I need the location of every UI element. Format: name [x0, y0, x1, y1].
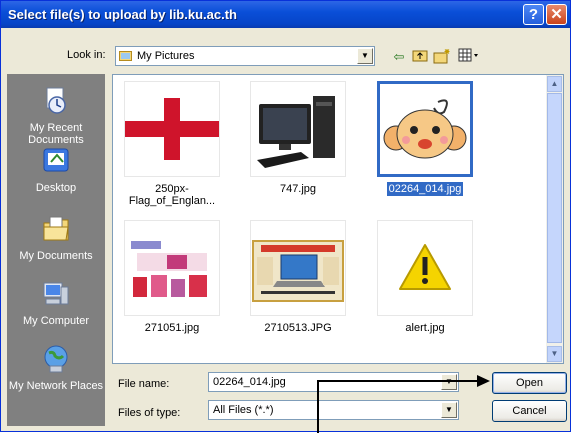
up-folder-icon[interactable] — [411, 48, 429, 66]
my-computer-icon — [43, 282, 69, 305]
file-name: alert.jpg — [405, 322, 445, 334]
file-name: 747.jpg — [279, 183, 317, 195]
file-thumbnail — [250, 220, 346, 316]
place-label: My Documents — [19, 250, 93, 262]
look-in-dropdown-arrow[interactable]: ▼ — [357, 48, 373, 64]
place-my-network-places[interactable]: My Network Places — [7, 344, 105, 392]
place-label: My Computer — [22, 315, 90, 327]
look-in-dropdown[interactable]: My Pictures ▼ — [115, 46, 375, 66]
alert-warning-icon — [399, 244, 451, 290]
file-thumbnail — [377, 220, 473, 316]
view-menu-icon[interactable] — [457, 48, 481, 66]
open-button[interactable]: Open — [492, 372, 567, 394]
place-my-recent-documents[interactable]: My Recent Documents — [7, 86, 105, 146]
monkey-cartoon-thumbnail — [383, 99, 467, 159]
file-upload-dialog: Select file(s) to upload by lib.ku.ac.th… — [0, 0, 571, 433]
laptop-loan-poster-thumbnail — [252, 240, 344, 302]
place-label: My Network Places — [8, 380, 104, 392]
files-of-type-label: Files of type: — [118, 407, 181, 419]
scroll-up-arrow[interactable]: ▲ — [547, 76, 562, 92]
place-my-computer[interactable]: My Computer — [7, 279, 105, 327]
look-in-label: Look in: — [67, 49, 106, 61]
annotation-arrow-line — [317, 381, 319, 433]
annotation-arrow-line — [317, 380, 479, 382]
look-in-value: My Pictures — [137, 50, 195, 62]
cancel-button[interactable]: Cancel — [492, 400, 567, 422]
file-name: 250px-Flag_of_Englan... — [128, 183, 216, 207]
file-name: 02264_014.jpg — [386, 182, 464, 196]
window-title: Select file(s) to upload by lib.ku.ac.th — [8, 7, 237, 22]
files-of-type-dropdown[interactable]: All Files (*.*) ▼ — [208, 400, 459, 420]
file-thumbnail — [124, 81, 220, 177]
file-name-label: File name: — [118, 378, 170, 390]
new-folder-icon[interactable] — [433, 48, 451, 66]
file-item[interactable]: alert.jpg — [371, 220, 479, 335]
file-thumbnail — [124, 220, 220, 316]
title-bar[interactable]: Select file(s) to upload by lib.ku.ac.th… — [1, 1, 570, 28]
file-name-field[interactable]: 02264_014.jpg ▼ — [208, 372, 459, 392]
place-label: My Recent Documents — [28, 122, 84, 146]
file-item[interactable]: 747.jpg — [244, 81, 352, 196]
network-places-icon — [44, 345, 68, 373]
place-desktop[interactable]: Desktop — [7, 146, 105, 194]
recent-documents-icon — [46, 87, 66, 114]
file-name-dropdown-arrow[interactable]: ▼ — [441, 374, 457, 390]
file-name-value: 02264_014.jpg — [213, 376, 286, 388]
place-my-documents[interactable]: My Documents — [7, 214, 105, 262]
collage-image-thumbnail — [131, 241, 207, 297]
file-item[interactable]: 250px-Flag_of_Englan... — [118, 81, 226, 208]
file-thumbnail — [250, 81, 346, 177]
my-documents-icon — [43, 216, 69, 241]
file-item-selected[interactable]: 02264_014.jpg — [371, 81, 479, 196]
desktop-icon — [43, 148, 69, 172]
pictures-folder-icon — [119, 51, 132, 61]
back-icon[interactable]: ⇦ — [390, 48, 408, 66]
flag-of-england-thumbnail — [125, 98, 219, 160]
files-of-type-dropdown-arrow[interactable]: ▼ — [441, 402, 457, 418]
file-name: 271051.jpg — [144, 322, 200, 334]
file-item[interactable]: 271051.jpg — [118, 220, 226, 335]
help-button[interactable]: ? — [523, 4, 544, 25]
file-list-scrollbar[interactable]: ▲ ▼ — [546, 75, 563, 363]
scrollbar-thumb[interactable] — [547, 93, 562, 343]
close-button[interactable]: ✕ — [546, 4, 567, 25]
places-bar: My Recent Documents Desktop My Documents — [7, 74, 105, 426]
look-in-label-text: Look in: — [67, 49, 106, 61]
file-list-view[interactable]: 250px-Flag_of_Englan... 747.jpg 02264_01… — [112, 74, 564, 364]
files-of-type-value: All Files (*.*) — [213, 404, 274, 416]
annotation-arrow-head — [477, 375, 490, 387]
computer-photo-thumbnail — [257, 96, 335, 168]
file-thumbnail — [377, 81, 473, 177]
scroll-down-arrow[interactable]: ▼ — [547, 346, 562, 362]
file-name: 2710513.JPG — [264, 322, 332, 334]
file-item[interactable]: 2710513.JPG — [244, 220, 352, 335]
place-label: Desktop — [35, 182, 77, 194]
